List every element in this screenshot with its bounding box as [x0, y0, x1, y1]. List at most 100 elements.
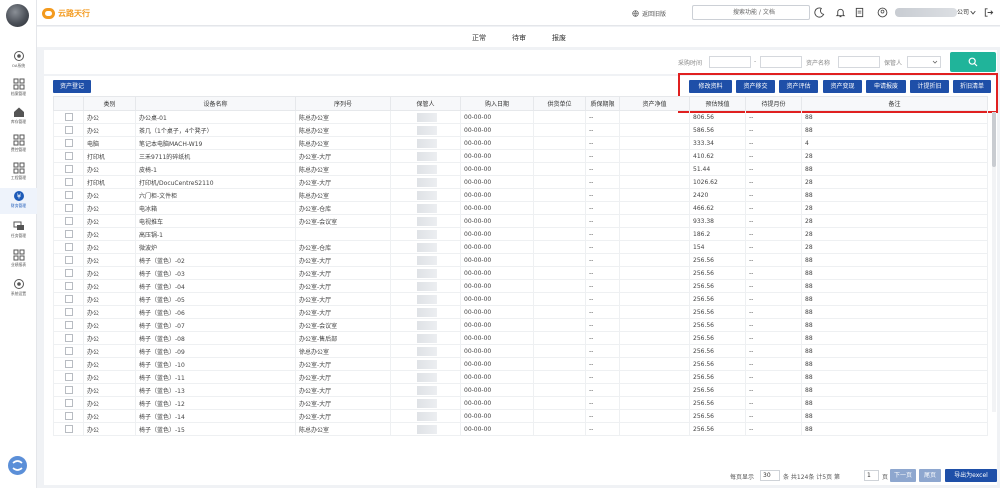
row-select-cell[interactable]	[53, 292, 84, 306]
row-select-cell[interactable]	[53, 370, 84, 384]
user-circle-icon[interactable]	[877, 7, 888, 18]
table-row[interactable]: 办公椅子（蓝色）-04办公室-大厅00-00-00--256.56--88项目部…	[53, 279, 988, 293]
sidebar-item-8[interactable]: 系统设置	[0, 276, 37, 302]
sidebar-item-0[interactable]: OA系统	[0, 48, 37, 74]
table-row[interactable]: 办公椅子（蓝色）-05办公室-大厅00-00-00--256.56--88售前用	[53, 292, 988, 306]
column-header[interactable]: 保管人	[390, 96, 461, 111]
asset-register-button[interactable]: 资产登记	[53, 80, 91, 93]
row-checkbox[interactable]	[64, 243, 73, 251]
table-row[interactable]: 办公椅子（蓝色）-02办公室-大厅00-00-00--256.56--88项目部…	[53, 253, 988, 267]
row-select-cell[interactable]	[53, 188, 84, 202]
sidebar-item-5[interactable]: ¥ 财务管理	[0, 188, 37, 214]
table-row[interactable]: 办公椅子（蓝色）-09徐总办公室00-00-00--256.56--88总经理用	[53, 344, 988, 358]
column-header[interactable]: 待提月份	[745, 96, 802, 111]
user-company-label[interactable]: 公司	[957, 7, 969, 18]
help-logo-icon[interactable]	[8, 456, 27, 475]
row-checkbox[interactable]	[64, 360, 73, 368]
sidebar-item-6[interactable]: 任务管理	[0, 218, 37, 244]
sidebar-item-1[interactable]: 档案管理	[0, 76, 37, 102]
asset-liquidate-button[interactable]: 资产变现	[823, 80, 862, 93]
table-row[interactable]: 打印机 打印机/DocuCentreS2110 办公室-大厅 00-00-00 -- 10…	[53, 175, 988, 189]
table-row[interactable]: 办公六门柜-文件柜陈总办公室00-00-00--2420--88董事长用	[53, 188, 988, 202]
sidebar-item-3[interactable]: 费控管理	[0, 132, 37, 158]
bell-icon[interactable]	[835, 7, 846, 18]
table-row[interactable]: 办公电冰箱办公室-仓库00-00-00--466.62--28办公室公用	[53, 201, 988, 215]
next-page-button[interactable]: 下一页	[890, 469, 916, 482]
row-select-cell[interactable]	[53, 136, 84, 150]
row-select-cell[interactable]	[53, 396, 84, 410]
column-header[interactable]: 购入日期	[460, 96, 534, 111]
row-select-cell[interactable]	[53, 253, 84, 267]
table-row[interactable]: 办公 茶几（1个桌子，4个凳子） 陈总办公室 00-00-00 -- 586.56 -- 88…	[53, 123, 988, 137]
row-select-cell[interactable]	[53, 214, 84, 228]
row-select-cell[interactable]	[53, 149, 84, 163]
table-row[interactable]: 办公椅子（蓝色）-12办公室-大厅00-00-00--256.56--88销售部…	[53, 396, 988, 410]
brand[interactable]: 云路天行	[42, 7, 90, 19]
table-row[interactable]: 办公高压锅-100-00-00--186.2--28销售部用 已坏	[53, 227, 988, 241]
row-select-cell[interactable]	[53, 227, 84, 241]
table-row[interactable]: 办公椅子（蓝色）-08办公室-售后部00-00-00--256.56--88售后…	[53, 331, 988, 345]
row-checkbox[interactable]	[64, 191, 73, 199]
column-header[interactable]: 类别	[83, 96, 136, 111]
chevron-down-icon[interactable]	[969, 7, 977, 18]
search-button[interactable]	[950, 52, 996, 72]
row-checkbox[interactable]	[64, 425, 73, 433]
asset-transfer-button[interactable]: 资产移交	[736, 80, 775, 93]
row-checkbox[interactable]	[64, 152, 73, 160]
row-checkbox[interactable]	[64, 412, 73, 420]
purchase-time-end-input[interactable]	[760, 56, 802, 68]
table-row[interactable]: 办公微波炉办公室-仓库00-00-00--154--28办公室公用	[53, 240, 988, 254]
column-header[interactable]: 资产净值	[619, 96, 690, 111]
column-header[interactable]: 预估残值	[689, 96, 746, 111]
sidebar-item-2[interactable]: 库存管理	[0, 104, 37, 130]
row-checkbox[interactable]	[64, 321, 73, 329]
table-row[interactable]: 办公椅子（蓝色）-14办公室-大厅00-00-00--256.56--88销售部…	[53, 409, 988, 423]
table-row[interactable]: 电脑笔记本电脑MACH-W19陈总办公室00-00-00--333.34--4董…	[53, 136, 988, 150]
column-header[interactable]: 序列号	[295, 96, 391, 111]
column-header[interactable]: 供货单位	[533, 96, 586, 111]
row-checkbox[interactable]	[64, 399, 73, 407]
row-select-cell[interactable]	[53, 266, 84, 280]
table-row[interactable]: 办公办公桌-01陈总办公室00-00-00--806.56--88董事长用	[53, 110, 988, 124]
table-row[interactable]: 办公椅子（蓝色）-10办公室-大厅00-00-00--256.56--88销售部…	[53, 357, 988, 371]
tab-normal[interactable]: 正常	[472, 33, 486, 43]
purchase-time-start-input[interactable]	[709, 56, 751, 68]
row-checkbox[interactable]	[64, 386, 73, 394]
row-checkbox[interactable]	[64, 139, 73, 147]
keeper-select[interactable]	[907, 56, 941, 68]
last-page-button[interactable]: 尾页	[919, 469, 941, 482]
row-checkbox[interactable]	[64, 126, 73, 134]
row-select-cell[interactable]	[53, 201, 84, 215]
row-select-cell[interactable]	[53, 305, 84, 319]
tab-pending[interactable]: 待审	[512, 33, 526, 43]
row-select-cell[interactable]	[53, 357, 84, 371]
row-select-cell[interactable]	[53, 383, 84, 397]
row-checkbox[interactable]	[64, 178, 73, 186]
column-header[interactable]: 备注	[801, 96, 988, 111]
table-row[interactable]: 打印机三禾9711的碎纸机办公室-大厅00-00-00--410.62--28办…	[53, 149, 988, 163]
table-row[interactable]: 办公椅子（蓝色）-07办公室-会议室00-00-00--256.56--88会议…	[53, 318, 988, 332]
row-checkbox[interactable]	[64, 113, 73, 121]
row-checkbox[interactable]	[64, 295, 73, 303]
row-select-cell[interactable]	[53, 422, 84, 436]
table-row[interactable]: 办公椅子（蓝色）-15陈总办公室00-00-00--256.56--88董事长用	[53, 422, 988, 436]
moon-icon[interactable]	[814, 7, 825, 18]
row-checkbox[interactable]	[64, 373, 73, 381]
table-row[interactable]: 办公椅子（蓝色）-06办公室-大厅00-00-00--256.56--88项目部…	[53, 305, 988, 319]
scrollbar-thumb[interactable]	[992, 112, 996, 167]
table-row[interactable]: 办公椅子（蓝色）-11办公室-大厅00-00-00--256.56--88销售部…	[53, 370, 988, 384]
apply-scrap-button[interactable]: 申请报废	[866, 80, 906, 93]
row-checkbox[interactable]	[64, 308, 73, 316]
depreciation-list-button[interactable]: 折旧清单	[953, 80, 991, 93]
page-select[interactable]: 1	[864, 470, 879, 481]
row-checkbox[interactable]	[64, 347, 73, 355]
table-row[interactable]: 办公电视推车办公室-会议室00-00-00--933.38--28会议室用	[53, 214, 988, 228]
per-page-select[interactable]: 30	[760, 470, 780, 481]
row-select-cell[interactable]	[53, 123, 84, 137]
column-header[interactable]: 设备名称	[135, 96, 296, 111]
row-select-cell[interactable]	[53, 318, 84, 332]
asset-evaluate-button[interactable]: 资产评估	[779, 80, 818, 93]
row-checkbox[interactable]	[64, 230, 73, 238]
row-checkbox[interactable]	[64, 256, 73, 264]
logout-icon[interactable]	[983, 7, 994, 18]
